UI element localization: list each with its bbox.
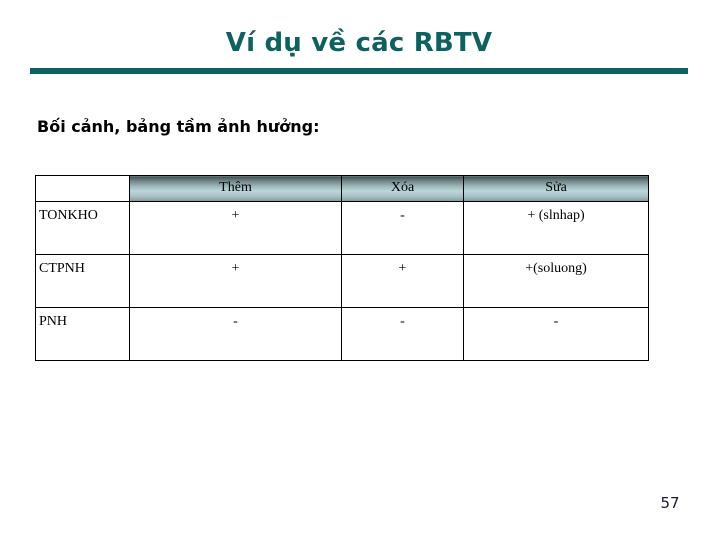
cell-text: + (slnhap): [527, 208, 585, 223]
column-header-sua-label: Sửa: [545, 180, 567, 195]
title-divider: [30, 68, 688, 74]
page-number: 57: [660, 494, 680, 512]
row-label-text: CTPNH: [39, 261, 85, 276]
row-label-text: TONKHO: [39, 208, 98, 223]
impact-table: Thêm Xóa Sửa TONKHO + - + (slnhap) CTPNH…: [35, 175, 649, 361]
cell-text: -: [400, 208, 405, 223]
table-header-row: Thêm Xóa Sửa: [35, 175, 649, 202]
cell-text: +: [231, 208, 240, 223]
cell-pnh-sua: -: [463, 307, 649, 361]
cell-tonkho-them: +: [129, 201, 342, 255]
table-corner-cell: [35, 175, 130, 202]
row-label-tonkho: TONKHO: [35, 201, 130, 255]
cell-ctpnh-xoa: +: [341, 254, 464, 308]
cell-text: +(soluong): [525, 261, 587, 276]
cell-text: +: [398, 261, 407, 276]
cell-tonkho-sua: + (slnhap): [463, 201, 649, 255]
cell-tonkho-xoa: -: [341, 201, 464, 255]
table-row: CTPNH + + +(soluong): [35, 254, 649, 308]
cell-text: -: [553, 314, 559, 329]
column-header-them-label: Thêm: [219, 180, 252, 195]
table-corner-label: [36, 176, 129, 179]
cell-pnh-them: -: [129, 307, 342, 361]
column-header-them: Thêm: [129, 175, 342, 202]
subtitle: Bối cảnh, bảng tầm ảnh hưởng:: [37, 117, 320, 136]
column-header-xoa-label: Xóa: [390, 180, 415, 195]
column-header-xoa: Xóa: [341, 175, 464, 202]
cell-text: -: [400, 314, 405, 329]
cell-pnh-xoa: -: [341, 307, 464, 361]
slide: Ví dụ về các RBTV Bối cảnh, bảng tầm ảnh…: [0, 0, 720, 540]
page-title: Ví dụ về các RBTV: [225, 28, 493, 58]
row-label-ctpnh: CTPNH: [35, 254, 130, 308]
cell-ctpnh-them: +: [129, 254, 342, 308]
cell-text: +: [231, 261, 240, 276]
table-row: TONKHO + - + (slnhap): [35, 201, 649, 255]
table-row: PNH - - -: [35, 307, 649, 361]
row-label-pnh: PNH: [35, 307, 130, 361]
cell-ctpnh-sua: +(soluong): [463, 254, 649, 308]
row-label-text: PNH: [39, 314, 68, 329]
column-header-sua: Sửa: [463, 175, 649, 202]
cell-text: -: [233, 314, 238, 329]
